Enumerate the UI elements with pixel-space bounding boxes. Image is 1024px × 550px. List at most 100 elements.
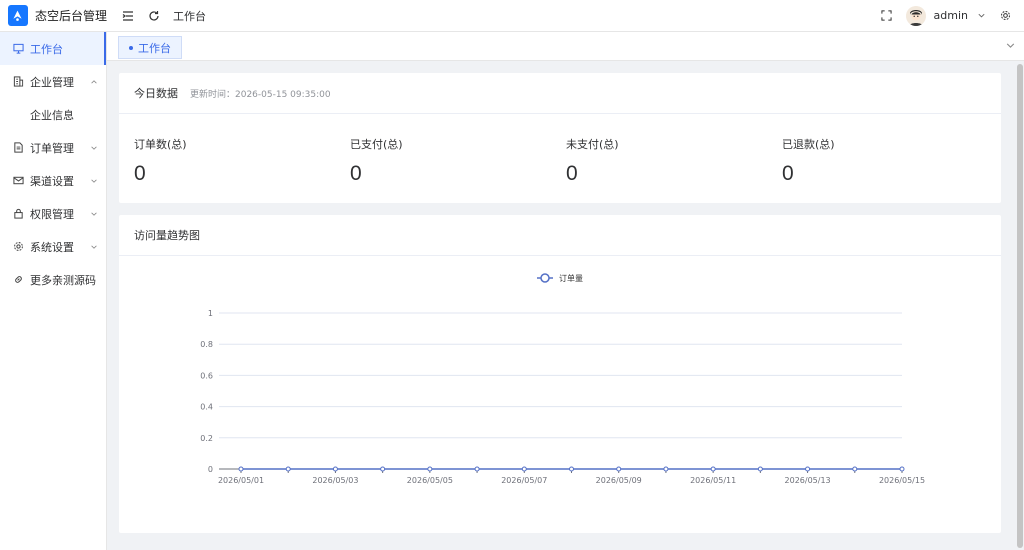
data-point <box>663 466 669 472</box>
logo-area[interactable]: 态空后台管理 <box>0 0 107 32</box>
breadcrumb: 工作台 <box>173 9 206 23</box>
data-point <box>899 466 905 472</box>
card-title: 今日数据 <box>134 87 178 100</box>
data-point <box>521 466 527 472</box>
stat-label: 已支付(总) <box>350 138 403 151</box>
stat-refunded-total: 已退款(总) 0 <box>782 114 998 186</box>
stats-row: 订单数(总) 0 已支付(总) 0 未支付(总) 0 已退款(总) 0 <box>119 114 1001 186</box>
data-point <box>616 466 622 472</box>
y-tick-label: 0.8 <box>200 340 213 349</box>
y-tick-label: 0 <box>208 465 213 474</box>
menu-fold-icon[interactable] <box>117 5 139 27</box>
chevron-up-icon <box>90 78 98 86</box>
stat-paid-total: 已支付(总) 0 <box>350 114 566 186</box>
data-point <box>427 466 433 472</box>
x-tick-label: 2026/05/13 <box>785 476 831 485</box>
card-header: 访问量趋势图 <box>119 215 1001 256</box>
data-point <box>710 466 716 472</box>
chevron-down-icon <box>90 144 98 152</box>
username[interactable]: admin <box>934 9 968 22</box>
sidebar-item-enterprise-info[interactable]: 企业信息 <box>0 98 106 131</box>
fullscreen-icon[interactable] <box>876 5 898 27</box>
lock-icon <box>11 207 25 221</box>
sidebar-item-label: 系统设置 <box>30 240 74 254</box>
sidebar-item-orders[interactable]: 订单管理 <box>0 131 106 164</box>
data-point <box>474 466 480 472</box>
tabs-bar: 工作台 <box>107 32 1024 61</box>
building-icon <box>11 75 25 89</box>
legend-marker <box>540 273 550 283</box>
legend-label: 订单量 <box>559 273 583 283</box>
card-title: 访问量趋势图 <box>134 229 200 242</box>
chevron-down-icon[interactable] <box>976 5 986 27</box>
sidebar-item-label: 企业信息 <box>30 108 74 122</box>
app-title: 态空后台管理 <box>34 9 107 23</box>
stat-label: 已退款(总) <box>782 138 835 151</box>
chevron-down-icon <box>90 210 98 218</box>
stat-value: 0 <box>134 162 146 185</box>
y-tick-label: 0.2 <box>200 434 213 443</box>
scrollbar-thumb[interactable] <box>1017 64 1023 548</box>
sidebar-item-workbench[interactable]: 工作台 <box>0 32 106 65</box>
link-icon <box>11 273 25 287</box>
tab-workbench[interactable]: 工作台 <box>118 36 182 59</box>
y-tick-label: 0.6 <box>200 371 213 380</box>
sidebar-item-label: 权限管理 <box>30 207 74 221</box>
data-point <box>852 466 858 472</box>
data-point <box>332 466 338 472</box>
sidebar: 工作台 企业管理 企业信息 订单管理 渠道设置 权限管理 系统设置 更多亲测源码 <box>0 32 107 550</box>
stat-orders-total: 订单数(总) 0 <box>134 114 350 186</box>
chevron-down-icon <box>90 177 98 185</box>
y-tick-label: 0.4 <box>200 403 213 412</box>
x-tick-label: 2026/05/11 <box>690 476 736 485</box>
document-icon <box>11 141 25 155</box>
refresh-icon[interactable] <box>143 5 165 27</box>
sidebar-item-system-settings[interactable]: 系统设置 <box>0 230 106 263</box>
sidebar-item-permissions[interactable]: 权限管理 <box>0 197 106 230</box>
today-data-card: 今日数据 更新时间：2026-05-15 09:35:00 订单数(总) 0 已… <box>119 73 1001 203</box>
sidebar-item-enterprise[interactable]: 企业管理 <box>0 65 106 98</box>
data-point <box>238 466 244 472</box>
x-tick-label: 2026/05/09 <box>596 476 642 485</box>
x-tick-label: 2026/05/15 <box>879 476 925 485</box>
top-header: 态空后台管理 工作台 admin <box>0 0 1024 32</box>
x-tick-label: 2026/05/03 <box>312 476 358 485</box>
trend-line-chart: 0 0.2 0.4 0.6 0.8 1 2026/05/01 2026/05/03 2026/0… <box>200 273 925 485</box>
sidebar-item-label: 工作台 <box>30 42 63 56</box>
sidebar-item-more-source[interactable]: 更多亲测源码 <box>0 263 106 296</box>
data-point <box>757 466 763 472</box>
sidebar-item-channels[interactable]: 渠道设置 <box>0 164 106 197</box>
active-dot-icon <box>129 45 133 50</box>
y-tick-label: 1 <box>208 309 213 318</box>
mail-icon <box>11 174 25 188</box>
card-header: 今日数据 更新时间：2026-05-15 09:35:00 <box>119 73 1001 114</box>
data-point <box>805 466 811 472</box>
monitor-icon <box>11 42 25 56</box>
stat-label: 订单数(总) <box>134 138 187 151</box>
stat-value: 0 <box>350 162 362 185</box>
stat-label: 未支付(总) <box>566 138 619 151</box>
tabs-dropdown-chevron-icon[interactable] <box>1005 40 1016 54</box>
page-scrollbar[interactable] <box>1016 62 1024 550</box>
sidebar-item-label: 渠道设置 <box>30 174 74 188</box>
stat-value: 0 <box>566 162 578 185</box>
x-tick-label: 2026/05/01 <box>218 476 264 485</box>
update-time: 更新时间：2026-05-15 09:35:00 <box>190 89 331 100</box>
tab-label: 工作台 <box>138 41 171 55</box>
visit-trend-card: 访问量趋势图 0 0.2 0.4 0.6 0.8 1 2026/05/01 2026/05/0… <box>119 215 1001 533</box>
data-point <box>569 466 574 472</box>
x-tick-label: 2026/05/05 <box>407 476 453 485</box>
data-point <box>380 466 386 472</box>
stat-unpaid-total: 未支付(总) 0 <box>566 114 782 186</box>
sidebar-item-label: 企业管理 <box>30 75 74 89</box>
x-tick-label: 2026/05/07 <box>501 476 547 485</box>
data-point <box>285 466 291 472</box>
sidebar-item-label: 订单管理 <box>30 141 74 155</box>
settings-gear-icon[interactable] <box>994 5 1016 27</box>
gear-icon <box>11 240 25 254</box>
chevron-down-icon <box>90 243 98 251</box>
stat-value: 0 <box>782 162 794 185</box>
sidebar-item-label: 更多亲测源码 <box>30 273 96 287</box>
avatar[interactable] <box>905 5 926 26</box>
app-logo-icon <box>8 5 28 26</box>
